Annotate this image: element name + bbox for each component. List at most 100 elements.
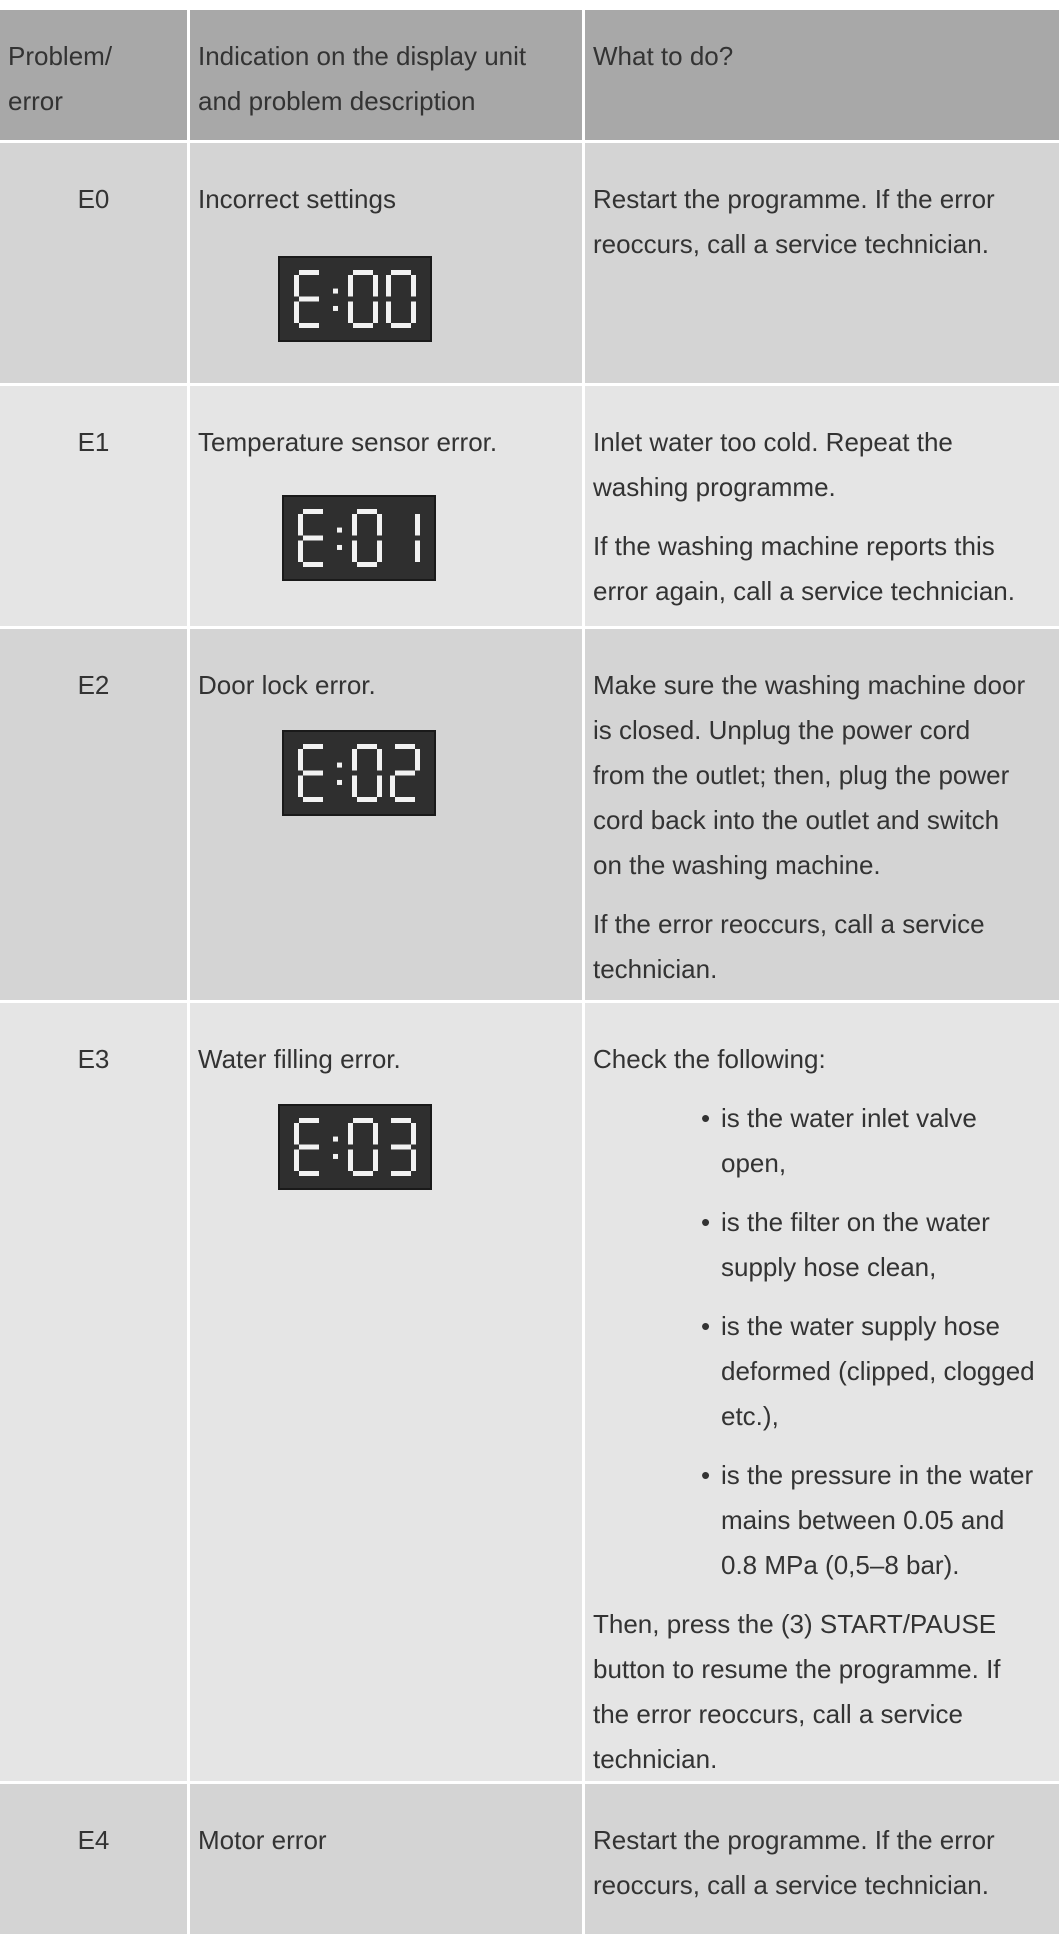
check-list: is the water inlet valve open, is the fi… [593,1096,1059,1588]
description-cell: Temperature sensor error. [190,386,585,626]
action-cell: Inlet water too cold. Repeat the washing… [585,386,1059,626]
display-segment [348,275,353,297]
action-paragraph: Inlet water too cold. Repeat the washing… [593,427,953,502]
display-segment [411,301,416,323]
list-item: is the water supply hose deformed (clipp… [701,1304,1059,1439]
display-panel-image [282,495,436,581]
display-segment [415,540,420,562]
display-panel-image [278,1104,432,1190]
description-cell: Motor error [190,1784,585,1934]
error-description: Motor error [198,1825,327,1855]
seven-segment-display [298,509,420,567]
display-segment [415,749,420,771]
display-segment [294,275,299,297]
action-cell: Make sure the washing machine door is cl… [585,629,1059,1000]
display-segment [377,775,382,797]
display-colon [337,544,342,550]
display-colon [333,1136,338,1142]
table-header: Problem/ error Indication on the display… [0,10,1059,143]
display-segment [357,562,377,567]
display-segment [357,509,377,514]
display-segment [395,797,415,802]
error-code: E2 [77,670,110,700]
seven-segment-display [298,744,420,802]
display-colon [333,1153,338,1159]
display-segment [386,301,391,323]
action-paragraph: If the error reoccurs, call a service te… [593,909,985,984]
error-code: E1 [77,427,110,457]
error-code-cell: E1 [0,386,190,626]
display-segment [299,1171,319,1176]
error-code-cell: E4 [0,1784,190,1934]
display-segment [352,775,357,797]
display-colon [337,527,342,533]
error-description: Temperature sensor error. [198,427,498,457]
display-segment [395,770,415,776]
display-segment [352,749,357,771]
display-colon [333,288,338,294]
display-segment [357,744,377,749]
display-colon [333,305,338,311]
error-code: E4 [77,1825,110,1855]
display-segment [299,1118,319,1123]
display-segment [303,744,323,749]
display-segment [303,535,323,541]
display-segment [391,1171,411,1176]
header-problem-error: Problem/ error [0,10,190,140]
list-item: is the water inlet valve open, [701,1096,1059,1186]
table-row: E0 Incorrect settings Restart the progra… [0,143,1059,386]
display-segment [353,270,373,275]
display-segment [373,301,378,323]
display-segment [353,1171,373,1176]
display-segment [395,744,415,749]
display-segment [299,1144,319,1150]
error-description: Water filling error. [198,1044,401,1074]
display-segment [391,323,411,328]
table-row: E1 Temperature sensor error. Inlet water… [0,386,1059,629]
display-segment [391,1118,411,1123]
error-code: E0 [77,184,110,214]
action-paragraph: Make sure the washing machine door is cl… [593,670,1026,880]
display-segment [303,770,323,776]
display-segment [357,797,377,802]
description-cell: Water filling error. [190,1003,585,1781]
display-segment [294,301,299,323]
display-segment [352,540,357,562]
error-description: Door lock error. [198,670,376,700]
display-segment [299,296,319,302]
display-segment [303,562,323,567]
display-segment [303,797,323,802]
action-paragraph: Restart the programme. If the error reoc… [593,1825,995,1900]
display-segment [299,270,319,275]
display-colon [337,762,342,768]
action-cell: Check the following: is the water inlet … [585,1003,1059,1781]
description-cell: Incorrect settings [190,143,585,383]
header-indication: Indication on the display unit and probl… [190,10,585,140]
display-segment [377,514,382,536]
seven-segment-display [294,270,416,328]
display-segment [391,270,411,275]
display-segment [348,1123,353,1145]
error-code: E3 [77,1044,110,1074]
display-segment [352,514,357,536]
error-code-table: Problem/ error Indication on the display… [0,10,1059,1934]
display-panel-image [278,256,432,342]
action-paragraph: Restart the programme. If the error reoc… [593,184,995,259]
table-row: E4 Motor error Restart the programme. If… [0,1784,1059,1934]
display-segment [391,1144,411,1150]
display-segment [348,301,353,323]
display-segment [373,1123,378,1145]
error-code-cell: E0 [0,143,190,383]
display-segment [377,749,382,771]
display-segment [348,1149,353,1171]
check-intro: Check the following: [593,1044,826,1074]
action-cell: Restart the programme. If the error reoc… [585,1784,1059,1934]
display-segment [303,509,323,514]
list-item: is the pressure in the water mains betwe… [701,1453,1059,1588]
display-segment [411,275,416,297]
display-segment [353,1118,373,1123]
display-colon [337,779,342,785]
error-description: Incorrect settings [198,184,396,214]
display-segment [294,1149,299,1171]
error-code-cell: E3 [0,1003,190,1781]
